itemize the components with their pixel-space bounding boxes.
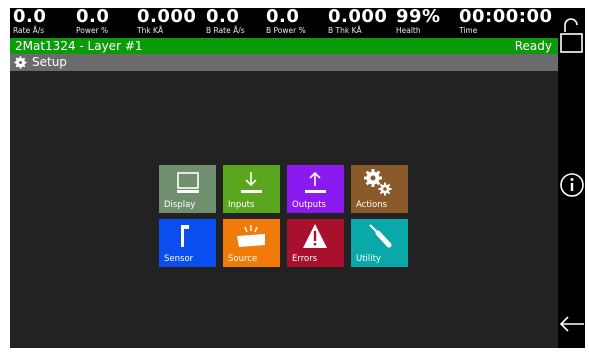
actions-label: Actions: [356, 200, 388, 210]
outputs-tile[interactable]: Outputs: [287, 165, 344, 213]
gear-icon: [14, 56, 27, 69]
setup-label: Setup: [32, 55, 67, 69]
thk-value: 0.000: [137, 6, 197, 27]
power-readout: 0.0 Power %: [76, 6, 110, 36]
power-value: 0.0: [76, 6, 110, 27]
time-value: 00:00:00: [459, 6, 553, 27]
display-label: Display: [164, 200, 196, 210]
b-thk-value: 0.000: [328, 6, 388, 27]
thk-readout: 0.000 Thk KÅ: [137, 6, 197, 36]
health-value: 99%: [396, 6, 441, 27]
outputs-label: Outputs: [292, 200, 326, 210]
health-readout: 99% Health: [396, 6, 441, 36]
time-readout: 00:00:00 Time: [459, 6, 553, 36]
b-rate-readout: 0.0 B Rate Å/s: [206, 6, 245, 36]
b-power-value: 0.0: [266, 6, 300, 27]
b-thk-readout: 0.000 B Thk KÅ: [328, 6, 388, 36]
rate-readout: 0.0 Rate Å/s: [13, 6, 47, 36]
info-icon[interactable]: [558, 170, 585, 200]
b-rate-label: B Rate Å/s: [206, 26, 245, 35]
back-arrow-icon[interactable]: [558, 312, 585, 336]
b-thk-label: B Thk KÅ: [328, 26, 362, 35]
display-tile[interactable]: Display: [159, 165, 216, 213]
setup-breadcrumb: Setup: [10, 54, 558, 71]
state-label: Ready: [514, 39, 552, 53]
errors-label: Errors: [292, 254, 318, 264]
b-power-readout: 0.0 B Power %: [266, 6, 306, 36]
layer-title-bar: 2Mat1324 - Layer #1 Ready: [10, 38, 558, 54]
power-label: Power %: [76, 26, 109, 35]
setup-menu-area: Display Inputs Outputs Actions Sensor So…: [10, 71, 558, 348]
inputs-label: Inputs: [228, 200, 255, 210]
utility-tile[interactable]: Utility: [351, 219, 408, 267]
thk-label: Thk KÅ: [137, 26, 164, 35]
sensor-tile[interactable]: Sensor: [159, 219, 216, 267]
status-bar: 0.0 Rate Å/s 0.0 Power % 0.000 Thk KÅ 0.…: [10, 8, 558, 38]
utility-label: Utility: [356, 254, 382, 264]
source-tile[interactable]: Source: [223, 219, 280, 267]
app-window: 0.0 Rate Å/s 0.0 Power % 0.000 Thk KÅ 0.…: [10, 8, 585, 348]
rate-label: Rate Å/s: [13, 26, 45, 35]
b-rate-value: 0.0: [206, 6, 240, 27]
errors-tile[interactable]: Errors: [287, 219, 344, 267]
source-label: Source: [228, 254, 258, 264]
actions-tile[interactable]: Actions: [351, 165, 408, 213]
health-label: Health: [396, 26, 421, 35]
b-power-label: B Power %: [266, 26, 306, 35]
sensor-label: Sensor: [164, 254, 194, 264]
unlock-icon[interactable]: [558, 16, 585, 56]
right-rail: [558, 8, 585, 348]
time-label: Time: [459, 26, 478, 35]
rate-value: 0.0: [13, 6, 47, 27]
layer-name: 2Mat1324 - Layer #1: [15, 39, 143, 53]
inputs-tile[interactable]: Inputs: [223, 165, 280, 213]
